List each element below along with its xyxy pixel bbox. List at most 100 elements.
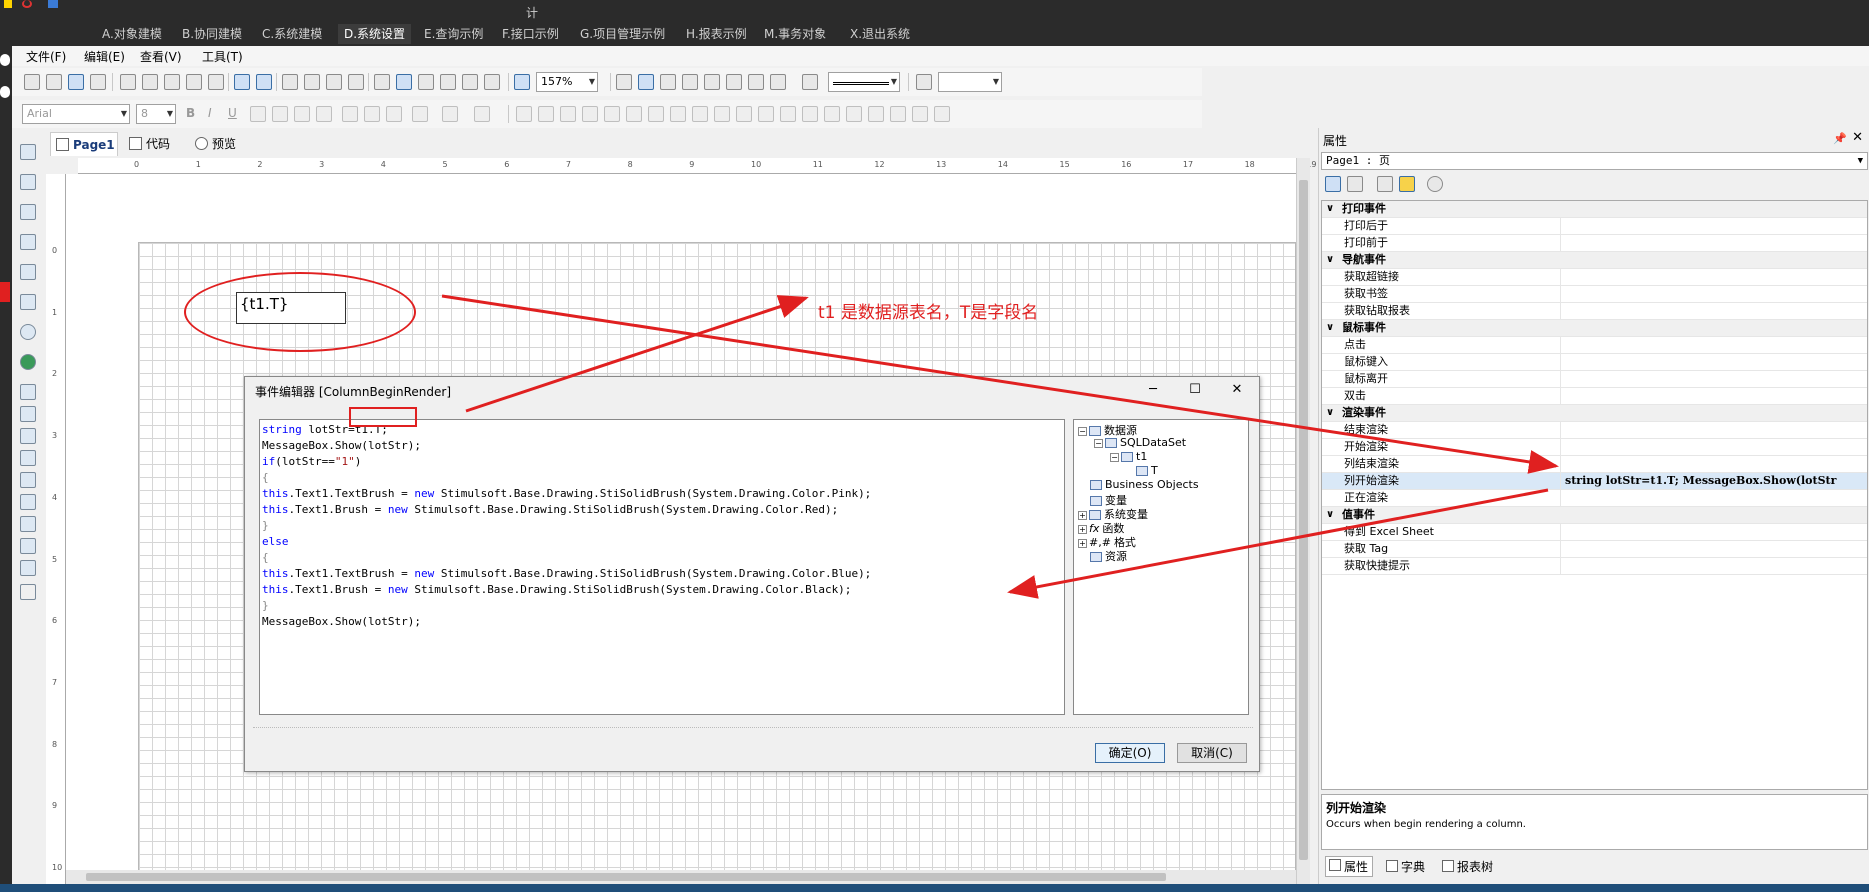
chevron-down-icon[interactable]: ∨ xyxy=(1326,405,1334,421)
tree-node-field[interactable]: T xyxy=(1136,464,1158,477)
property-row[interactable]: 点击 xyxy=(1322,337,1867,354)
chevron-down-icon[interactable]: ∨ xyxy=(1326,252,1334,268)
undo-icon[interactable] xyxy=(234,74,250,90)
property-row[interactable]: 打印后于 xyxy=(1322,218,1867,235)
module-tab[interactable]: A.对象建模 xyxy=(96,24,168,44)
subreport-tool-icon[interactable] xyxy=(20,560,36,576)
events-icon[interactable] xyxy=(1399,176,1415,192)
align-left-icon[interactable] xyxy=(250,106,266,122)
property-value[interactable] xyxy=(1560,235,1867,252)
data-band-tool-icon[interactable] xyxy=(20,516,36,532)
property-value[interactable] xyxy=(1560,218,1867,235)
cloud-icon[interactable] xyxy=(0,54,10,66)
select-all-icon[interactable] xyxy=(374,74,390,90)
menu-item[interactable]: 查看(V) xyxy=(136,48,186,65)
property-category[interactable]: ∨ 打印事件 xyxy=(1322,201,1867,218)
layout-7-icon[interactable] xyxy=(648,106,664,122)
image-tool-icon[interactable] xyxy=(20,428,36,444)
format-icon[interactable] xyxy=(474,106,490,122)
tab-report-tree[interactable]: 报表树 xyxy=(1439,858,1493,875)
stop-icon[interactable] xyxy=(22,0,32,8)
save-icon[interactable] xyxy=(68,74,84,90)
sort-alpha-icon[interactable] xyxy=(1347,176,1363,192)
minimize-icon[interactable]: ─ xyxy=(1145,383,1161,399)
panel-tool-icon[interactable] xyxy=(20,204,36,220)
style-select[interactable]: ▼ xyxy=(938,72,1002,92)
chevron-down-icon[interactable]: ∨ xyxy=(1326,320,1334,336)
menu-item[interactable]: 编辑(E) xyxy=(80,48,129,65)
cancel-button[interactable]: 取消(C) xyxy=(1177,743,1247,763)
module-tab[interactable]: G.项目管理示例 xyxy=(574,24,671,44)
border-style-select[interactable]: ▼ xyxy=(828,72,900,92)
close-icon[interactable]: ✕ xyxy=(1229,383,1245,399)
tab-dictionary[interactable]: 字典 xyxy=(1383,858,1425,875)
header-tool-icon[interactable] xyxy=(20,472,36,488)
shape-tool-icon[interactable] xyxy=(20,264,36,280)
property-row[interactable]: 获取钻取报表 xyxy=(1322,303,1867,320)
property-row[interactable]: 获取书签 xyxy=(1322,286,1867,303)
menu-item[interactable]: 工具(T) xyxy=(198,48,247,65)
tree-node-business-objects[interactable]: Business Objects xyxy=(1090,478,1199,491)
property-category[interactable]: ∨ 鼠标事件 xyxy=(1322,320,1867,337)
property-value[interactable] xyxy=(1560,337,1867,354)
layout-16-icon[interactable] xyxy=(846,106,862,122)
property-value[interactable] xyxy=(1560,558,1867,575)
page-size-icon[interactable] xyxy=(484,74,500,90)
property-row[interactable]: 获取 Tag xyxy=(1322,541,1867,558)
border-top-icon[interactable] xyxy=(682,74,698,90)
record-icon[interactable] xyxy=(0,282,10,302)
barcode-tool-icon[interactable] xyxy=(20,450,36,466)
module-tab[interactable]: F.接口示例 xyxy=(496,24,565,44)
property-value[interactable] xyxy=(1560,269,1867,286)
copy-page-icon[interactable] xyxy=(208,74,224,90)
property-row[interactable]: 列结束渲染 xyxy=(1322,456,1867,473)
tools-icon[interactable] xyxy=(20,584,36,600)
open-icon[interactable] xyxy=(46,74,62,90)
bold-icon[interactable]: B xyxy=(186,106,195,120)
preview-icon[interactable] xyxy=(90,74,106,90)
redo-icon[interactable] xyxy=(256,74,272,90)
close-icon[interactable]: ✕ xyxy=(1852,130,1863,145)
font-family-select[interactable]: Arial ▼ xyxy=(22,104,130,124)
layout-10-icon[interactable] xyxy=(714,106,730,122)
chevron-down-icon[interactable]: ∨ xyxy=(1326,507,1334,523)
zoom-select[interactable]: 157% ▼ xyxy=(536,72,598,92)
table-tool-icon[interactable] xyxy=(20,234,36,250)
cloud-icon[interactable] xyxy=(0,86,10,98)
cross-band-tool-icon[interactable] xyxy=(20,174,36,190)
property-value[interactable] xyxy=(1560,354,1867,371)
header-icon[interactable] xyxy=(440,74,456,90)
cut-icon[interactable] xyxy=(282,74,298,90)
property-value[interactable] xyxy=(1560,456,1867,473)
page-setup-icon[interactable] xyxy=(120,74,136,90)
layout-9-icon[interactable] xyxy=(692,106,708,122)
property-value[interactable] xyxy=(1560,541,1867,558)
tab-page1[interactable]: Page1 xyxy=(50,132,118,156)
property-category[interactable]: ∨ 值事件 xyxy=(1322,507,1867,524)
layout-2-icon[interactable] xyxy=(538,106,554,122)
module-tab[interactable]: C.系统建模 xyxy=(256,24,328,44)
border-none-icon[interactable] xyxy=(616,74,632,90)
property-value[interactable] xyxy=(1560,371,1867,388)
band-tool-icon[interactable] xyxy=(20,144,36,160)
layout-5-icon[interactable] xyxy=(604,106,620,122)
layout-4-icon[interactable] xyxy=(582,106,598,122)
property-row[interactable]: 鼠标离开 xyxy=(1322,371,1867,388)
layout-13-icon[interactable] xyxy=(780,106,796,122)
italic-icon[interactable]: I xyxy=(208,106,212,120)
module-tab[interactable]: X.退出系统 xyxy=(844,24,916,44)
property-value[interactable] xyxy=(1560,422,1867,439)
close-doc-icon[interactable] xyxy=(186,74,202,90)
gauge-tool-icon[interactable] xyxy=(20,324,36,340)
underline-icon[interactable]: U xyxy=(228,106,237,120)
chevron-down-icon[interactable]: ∨ xyxy=(1326,201,1334,217)
module-tab[interactable]: D.系统设置 xyxy=(338,24,412,44)
module-tab[interactable]: E.查询示例 xyxy=(418,24,489,44)
tree-node-table[interactable]: − t1 xyxy=(1110,450,1147,463)
layout-1-icon[interactable] xyxy=(516,106,532,122)
lightning-icon[interactable] xyxy=(4,0,12,8)
align-grid-icon[interactable] xyxy=(418,74,434,90)
tree-node-sqldataset[interactable]: − SQLDataSet xyxy=(1094,436,1186,449)
border-all-icon[interactable] xyxy=(638,74,654,90)
menu-item[interactable]: 文件(F) xyxy=(22,48,70,65)
